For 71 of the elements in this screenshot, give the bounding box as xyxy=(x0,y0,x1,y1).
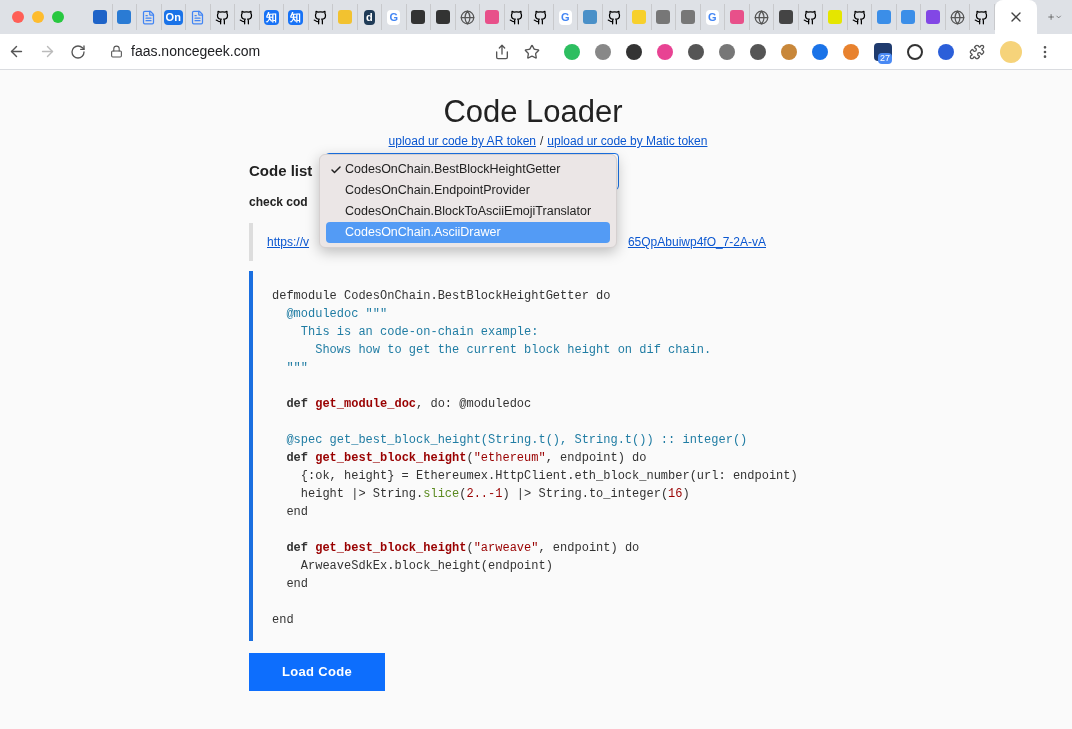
github-icon xyxy=(508,9,524,25)
code-list-label: Code list xyxy=(249,160,314,181)
code-line: {:ok, height} = Ethereumex.HttpClient.eth_block_number(url: endpoint) xyxy=(299,468,798,485)
extensions-icon[interactable] xyxy=(969,43,985,60)
code-line: def get_module_doc, do: @moduledoc xyxy=(285,396,532,413)
close-window-button[interactable] xyxy=(12,11,24,23)
github-icon xyxy=(533,9,549,25)
back-icon[interactable] xyxy=(8,43,25,60)
upload-link[interactable]: upload ur code by AR token xyxy=(388,132,536,150)
globe-icon xyxy=(459,9,475,25)
code-line: height |> String.slice(2..-1) |> String.to_integer(16) xyxy=(299,486,690,503)
bookmark-icon[interactable] xyxy=(524,43,540,60)
document-icon xyxy=(190,9,206,25)
arweave-link[interactable]: https://v xyxy=(267,233,310,251)
browser-tab[interactable]: 知 xyxy=(284,4,309,30)
code-line: @spec get_best_block_height(String.t(), String.t()) :: integer() xyxy=(285,432,748,449)
link-separator: / xyxy=(540,133,544,150)
browser-tab[interactable]: G xyxy=(382,4,407,30)
code-line: This is an code-on-chain example: xyxy=(299,324,539,341)
code-line: end xyxy=(285,504,308,521)
favicon-letter: 知 xyxy=(288,9,304,25)
github-icon xyxy=(214,9,230,25)
globe-icon xyxy=(949,9,965,25)
share-icon[interactable] xyxy=(494,43,510,60)
favicon-letter: G xyxy=(387,9,401,25)
favicon-letter: G xyxy=(558,9,572,25)
github-icon xyxy=(239,9,255,25)
extension-icon[interactable] xyxy=(626,43,642,60)
document-icon xyxy=(141,9,157,25)
extension-badge: 27 xyxy=(878,52,892,64)
browser-tab[interactable]: On xyxy=(161,4,186,30)
extension-icon[interactable] xyxy=(750,43,766,60)
code-line: Shows how to get the current block height on dif chain. xyxy=(314,342,712,359)
dropdown-option[interactable]: CodesOnChain.BlockToAsciiEmojiTranslator xyxy=(326,201,610,222)
browser-tab[interactable]: G xyxy=(700,4,725,30)
extension-icon[interactable]: 27 xyxy=(874,42,892,61)
github-icon xyxy=(851,9,867,25)
favicon-letter: d xyxy=(363,9,375,25)
load-code-button[interactable]: Load Code xyxy=(249,653,385,691)
code-line: ArweaveSdkEx.block_height(endpoint) xyxy=(299,558,553,575)
code-line: """ xyxy=(285,360,308,377)
github-icon xyxy=(606,9,622,25)
reload-icon[interactable] xyxy=(70,43,86,60)
code-line: end xyxy=(285,576,308,593)
github-icon xyxy=(802,9,818,25)
upload-link[interactable]: upload ur code by Matic token xyxy=(547,132,708,150)
address-bar[interactable]: faas.noncegeek.com xyxy=(131,41,261,62)
browser-tab[interactable]: 知 xyxy=(259,4,284,30)
favicon-letter: On xyxy=(163,9,183,25)
code-line: def get_best_block_height("arweave", endpoint) do xyxy=(285,540,640,557)
code-line: def get_best_block_height("ethereum", endpoint) do xyxy=(285,450,647,467)
lock-icon xyxy=(110,45,123,58)
extension-icon[interactable] xyxy=(688,43,704,60)
favicon-letter: G xyxy=(705,9,719,25)
arweave-link[interactable]: 65QpAbuiwp4fO_7-2A-vA xyxy=(627,233,766,251)
dropdown-option[interactable]: CodesOnChain.EndpointProvider xyxy=(326,180,610,201)
dropdown-option[interactable]: CodesOnChain.BestBlockHeightGetter xyxy=(326,159,610,180)
browser-tab[interactable]: d xyxy=(357,4,382,30)
code-line: @moduledoc """ xyxy=(285,306,388,323)
github-icon xyxy=(974,9,990,25)
check-icon xyxy=(330,163,342,176)
code-line: end xyxy=(272,612,294,629)
extension-icon[interactable] xyxy=(907,43,923,60)
globe-icon xyxy=(753,9,769,25)
browser-tab[interactable]: G xyxy=(553,4,578,30)
github-icon xyxy=(312,9,328,25)
favicon-letter: 知 xyxy=(263,9,279,25)
check-code-label: check cod xyxy=(249,194,309,211)
code-line: defmodule CodesOnChain.BestBlockHeightGetter do xyxy=(272,288,611,305)
page-title: Code Loader xyxy=(442,94,624,130)
extension-icon[interactable] xyxy=(938,43,954,60)
